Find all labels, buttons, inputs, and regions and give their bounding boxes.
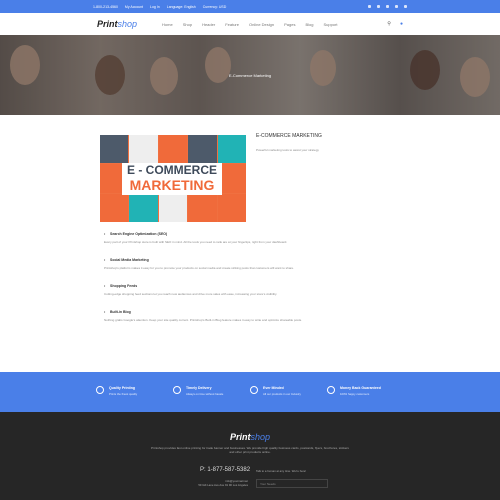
hero-banner: E-Commerce Marketing [0, 35, 500, 115]
breadcrumb: E-Commerce Marketing [228, 73, 272, 78]
language-dropdown[interactable]: Language: English [167, 5, 196, 9]
nav-shop[interactable]: Shop [183, 22, 192, 27]
logo-accent: shop [250, 432, 271, 442]
list-item: Search Engine Optimization (SEO) Every pa… [104, 232, 414, 244]
feature-title: Money Back Guaranteed [340, 386, 381, 390]
wallet-icon [327, 386, 335, 394]
page-title: E-COMMERCE MARKETING [256, 133, 322, 139]
nav-support[interactable]: Support [323, 22, 337, 27]
feature-text: Prints the finest quality [109, 392, 138, 396]
printer-icon [96, 386, 104, 394]
item-title: Shopping Feeds [104, 284, 414, 288]
feature-text: 100% happy customers [340, 392, 370, 396]
linkedin-icon[interactable] [386, 5, 389, 8]
image-text-line1: E - COMMERCE [127, 163, 217, 177]
list-item: Built-in Blog Nothing grabs Google's atte… [104, 310, 414, 322]
logo[interactable]: Printshop [97, 19, 137, 29]
facebook-icon[interactable] [368, 5, 371, 8]
list-item: Social Media Marketing Printshop's platfo… [104, 258, 414, 270]
item-text: Every part of your Printshop store is bu… [104, 240, 288, 244]
top-bar: 1-800-213-4560 My Account Log In Languag… [0, 0, 500, 13]
footer-phone: P: 1-877-587-5382 [200, 467, 251, 473]
my-account-link[interactable]: My Account [125, 5, 143, 9]
header: Printshop Home Shop Header Feature Onlin… [0, 13, 500, 35]
social-links [368, 5, 407, 8]
image-banner: E - COMMERCE MARKETING [122, 163, 222, 195]
item-text: Nothing grabs Google's attention. Keep y… [104, 318, 302, 322]
feature-delivery: Timely Delivery Always on time without ha… [173, 386, 250, 412]
search-icon[interactable]: ⚲ [387, 21, 391, 27]
feature-minded: Ever Minded All our products in our Indus… [250, 386, 327, 412]
footer-description: Printshop provides fast online printing … [151, 446, 349, 454]
logo-text: Print [229, 432, 251, 442]
logo-accent: shop [117, 19, 138, 29]
page-subtitle: Powerful marketing tools to assist your … [256, 148, 319, 152]
feature-quality: Quality Printing Prints the finest qualit… [96, 386, 173, 412]
item-title: Search Engine Optimization (SEO) [104, 232, 414, 236]
main-nav: Home Shop Header Feature Online Design P… [162, 22, 337, 27]
nav-blog[interactable]: Blog [305, 22, 313, 27]
cart-icon[interactable]: ● [400, 21, 403, 27]
nav-header[interactable]: Header [202, 22, 215, 27]
item-title: Built-in Blog [104, 310, 414, 314]
currency-dropdown[interactable]: Currency: USD [203, 5, 227, 9]
needs-select[interactable]: Your Needs [256, 479, 328, 488]
delivery-icon [173, 386, 181, 394]
feature-text: Always on time without hassle [186, 392, 224, 396]
item-text: Printshop's platform makes it easy for y… [104, 266, 294, 270]
feature-list: Search Engine Optimization (SEO) Every pa… [104, 232, 414, 336]
feature-title: Quality Printing [109, 386, 136, 390]
item-title: Social Media Marketing [104, 258, 414, 262]
footer: Printshop Printshop provides fast online… [0, 412, 500, 500]
nav-home[interactable]: Home [162, 22, 173, 27]
login-link[interactable]: Log In [150, 5, 160, 9]
instagram-icon[interactable] [404, 5, 407, 8]
feature-title: Timely Delivery [186, 386, 212, 390]
footer-note: Talk to a human at any time. We're here! [256, 469, 307, 473]
feature-title: Ever Minded [263, 386, 284, 390]
twitter-icon[interactable] [377, 5, 380, 8]
footer-address: info@yourmail.net 59 Gilt Lane Ave Ave 91… [180, 479, 248, 487]
nav-pages[interactable]: Pages [284, 22, 295, 27]
list-item: Shopping Feeds Cutting-edge shopping feed… [104, 284, 414, 296]
nav-feature[interactable]: Feature [225, 22, 239, 27]
footer-logo[interactable]: Printshop [0, 432, 500, 442]
nav-online-design[interactable]: Online Design [249, 22, 274, 27]
image-text-line2: MARKETING [129, 177, 215, 193]
phone-link[interactable]: 1-800-213-4560 [93, 5, 118, 9]
logo-text: Print [97, 19, 118, 29]
features-band: Quality Printing Prints the finest qualit… [0, 372, 500, 412]
footer-street: 59 Gilt Lane Ave Ave 91 90 Los Angeles [198, 483, 248, 487]
feature-text: All our products in our Industry [263, 392, 301, 396]
globe-icon [250, 386, 258, 394]
pinterest-icon[interactable] [395, 5, 398, 8]
item-text: Cutting-edge shopping feed sections let … [104, 292, 278, 296]
feature-money-back: Money Back Guaranteed 100% happy customer… [327, 386, 404, 412]
